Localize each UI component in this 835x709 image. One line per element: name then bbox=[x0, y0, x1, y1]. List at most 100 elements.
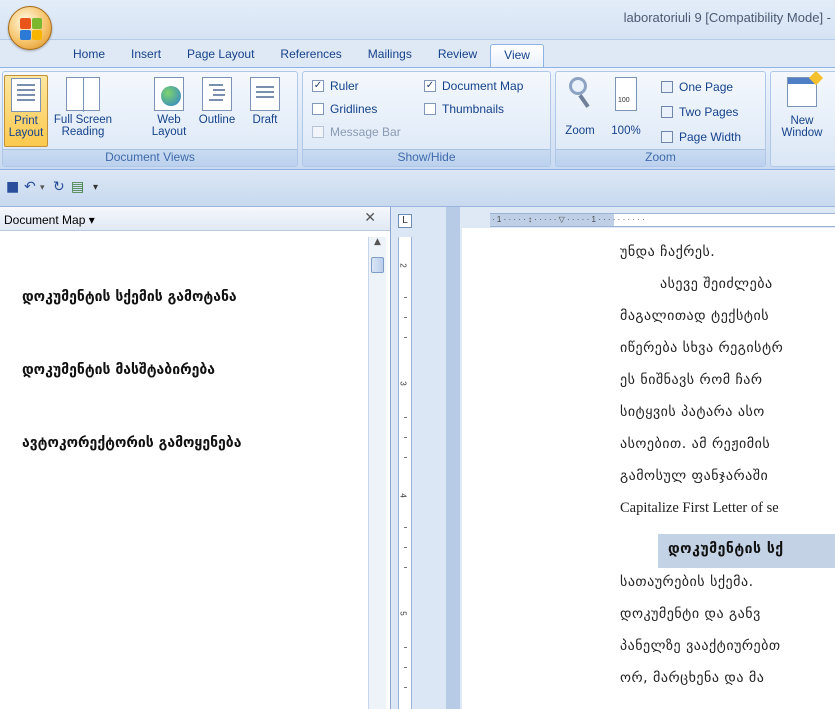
thumbnails-label: Thumbnails bbox=[442, 102, 505, 116]
document-map-item[interactable]: დოკუმენტის მასშტაბირება bbox=[22, 362, 215, 378]
paragraph-line: Capitalize First Letter of se bbox=[620, 500, 779, 516]
window-group: New Window bbox=[770, 70, 835, 167]
vertical-ruler-area: L 2 3 4 5 bbox=[392, 207, 446, 709]
ribbon: Print Layout Full Screen Reading Web Lay… bbox=[0, 67, 835, 170]
ruler-number: 3 bbox=[398, 381, 408, 386]
full-screen-label-2: Reading bbox=[61, 126, 105, 138]
tab-selector-button[interactable]: L bbox=[398, 214, 412, 228]
ruler-checkbox[interactable]: ✓ Ruler bbox=[312, 79, 359, 93]
document-map-dropdown-icon[interactable]: ▾ bbox=[89, 213, 95, 227]
office-logo-icon bbox=[20, 18, 42, 40]
draft-label: Draft bbox=[252, 114, 278, 126]
show-hide-group: ✓ Ruler ✓ Document Map Gridlines Thumbna… bbox=[302, 71, 551, 167]
web-layout-label-1: Web bbox=[157, 114, 181, 126]
ruler-number: 5 bbox=[398, 611, 408, 616]
outline-icon bbox=[202, 77, 232, 111]
scroll-up-icon[interactable]: ▲ bbox=[369, 237, 386, 249]
one-page-button[interactable]: One Page bbox=[661, 80, 733, 94]
document-map-title[interactable]: Document Map ▾ bbox=[4, 213, 95, 227]
paragraph-line: ასოებით. ამ რეჟიმის bbox=[620, 436, 771, 452]
document-map-item[interactable]: ავტოკორექტორის გამოყენება bbox=[22, 435, 241, 451]
new-window-button[interactable]: New Window bbox=[774, 70, 830, 147]
tab-home[interactable]: Home bbox=[60, 44, 118, 67]
outline-button[interactable]: Outline bbox=[195, 75, 239, 147]
message-bar-checkbox[interactable]: Message Bar bbox=[312, 125, 401, 139]
paragraph-line: მაგალითად ტექსტის bbox=[620, 308, 770, 324]
horizontal-ruler[interactable]: · 1 · · · · · ↕ · · · · · ▽ · · · · · 1 … bbox=[490, 213, 835, 227]
magnifier-icon bbox=[565, 77, 595, 111]
globe-page-icon bbox=[154, 77, 184, 111]
print-layout-label-1: Print bbox=[14, 115, 38, 127]
tab-insert[interactable]: Insert bbox=[118, 44, 174, 67]
new-window-icon bbox=[787, 70, 824, 107]
tab-mailings[interactable]: Mailings bbox=[355, 44, 425, 67]
page-width-label: Page Width bbox=[679, 130, 742, 144]
document-map-item[interactable]: დოკუმენტის სქემის გამოტანა bbox=[22, 289, 237, 305]
paragraph-line: დოკუმენტი და განვ bbox=[620, 606, 761, 622]
customize-qat-icon[interactable]: ▾ bbox=[93, 182, 98, 193]
zoom-group: Zoom 100 100% One Page Two Pages Page Wi… bbox=[555, 71, 766, 167]
page-width-button[interactable]: Page Width bbox=[661, 130, 741, 144]
zoom-100-button[interactable]: 100 100% bbox=[604, 75, 648, 147]
tab-page-layout[interactable]: Page Layout bbox=[174, 44, 267, 67]
document-map-scrollbar[interactable]: ▲ bbox=[368, 237, 386, 709]
two-pages-icon bbox=[661, 106, 673, 118]
book-icon bbox=[66, 77, 100, 112]
document-views-group: Print Layout Full Screen Reading Web Lay… bbox=[2, 71, 298, 167]
page-width-icon bbox=[661, 131, 673, 143]
tab-view[interactable]: View bbox=[490, 44, 544, 67]
document-views-label: Document Views bbox=[3, 149, 297, 166]
full-screen-reading-button[interactable]: Full Screen Reading bbox=[53, 75, 113, 147]
draft-button[interactable]: Draft bbox=[243, 75, 287, 147]
document-map-header: Document Map ▾ ✕ bbox=[0, 207, 390, 231]
tab-review[interactable]: Review bbox=[425, 44, 490, 67]
ruler-check-icon: ✓ bbox=[312, 80, 324, 92]
zoom-group-label: Zoom bbox=[556, 149, 765, 166]
undo-dropdown-icon[interactable]: ▾ bbox=[40, 183, 45, 193]
web-layout-button[interactable]: Web Layout bbox=[147, 75, 191, 147]
paragraph-line: პანელზე ვააქტიურებთ bbox=[620, 638, 781, 654]
close-icon[interactable]: ✕ bbox=[364, 210, 376, 226]
redo-icon[interactable]: ↻ bbox=[53, 179, 65, 195]
zoom-label: Zoom bbox=[565, 125, 595, 137]
page-100-icon: 100 bbox=[615, 77, 637, 111]
show-hide-label: Show/Hide bbox=[303, 149, 550, 166]
paragraph-line: უნდა ჩაქრეს. bbox=[620, 244, 716, 260]
two-pages-label: Two Pages bbox=[679, 105, 739, 119]
document-map-checkbox[interactable]: ✓ Document Map bbox=[424, 79, 523, 93]
zoom-100-label: 100% bbox=[611, 125, 641, 137]
ruler-number: 2 bbox=[398, 263, 408, 268]
paragraph-line: ეს ნიშნავს რომ ჩარ bbox=[620, 372, 763, 388]
two-pages-button[interactable]: Two Pages bbox=[661, 105, 738, 119]
gridlines-checkbox[interactable]: Gridlines bbox=[312, 102, 377, 116]
office-button[interactable] bbox=[8, 6, 52, 50]
paragraph-line: სათაურების სქემა. bbox=[620, 574, 754, 590]
save-icon[interactable]: ■ bbox=[6, 179, 19, 195]
draft-icon bbox=[250, 77, 280, 111]
document-map-label: Document Map bbox=[442, 79, 524, 93]
one-page-label: One Page bbox=[679, 80, 734, 94]
web-layout-label-2: Layout bbox=[151, 126, 187, 138]
window-title: laboratoriuli 9 [Compatibility Mode] - bbox=[623, 10, 831, 25]
paragraph-line: ასევე შეიძლება bbox=[660, 276, 773, 292]
page-gutter bbox=[446, 207, 460, 709]
document-page[interactable]: უნდა ჩაქრეს. ასევე შეიძლება მაგალითად ტე… bbox=[462, 228, 835, 709]
quick-print-icon[interactable]: ▤ bbox=[71, 179, 84, 195]
tab-references[interactable]: References bbox=[267, 44, 354, 67]
full-screen-label-1: Full Screen bbox=[53, 114, 113, 126]
selected-heading: დოკუმენტის სქ bbox=[658, 534, 835, 568]
print-layout-icon bbox=[11, 78, 41, 112]
zoom-button[interactable]: Zoom bbox=[558, 75, 602, 147]
undo-icon[interactable]: ↶ bbox=[24, 179, 36, 195]
scroll-thumb[interactable] bbox=[371, 257, 384, 273]
print-layout-button[interactable]: Print Layout bbox=[4, 75, 48, 147]
thumbnails-checkbox[interactable]: Thumbnails bbox=[424, 102, 504, 116]
paragraph-line: ორ, მარცხენა და მა bbox=[620, 670, 765, 686]
new-window-label-1: New bbox=[790, 115, 814, 127]
document-map-title-text: Document Map bbox=[4, 213, 86, 227]
print-layout-label-2: Layout bbox=[8, 127, 44, 139]
quick-access-toolbar: ■ ↶ ▾ ↻ ▤ ▾ bbox=[0, 171, 835, 207]
vertical-ruler[interactable]: 2 3 4 5 bbox=[398, 237, 412, 709]
paragraph-line: იწერება სხვა რეგისტრ bbox=[620, 340, 784, 356]
outline-label: Outline bbox=[198, 114, 236, 126]
